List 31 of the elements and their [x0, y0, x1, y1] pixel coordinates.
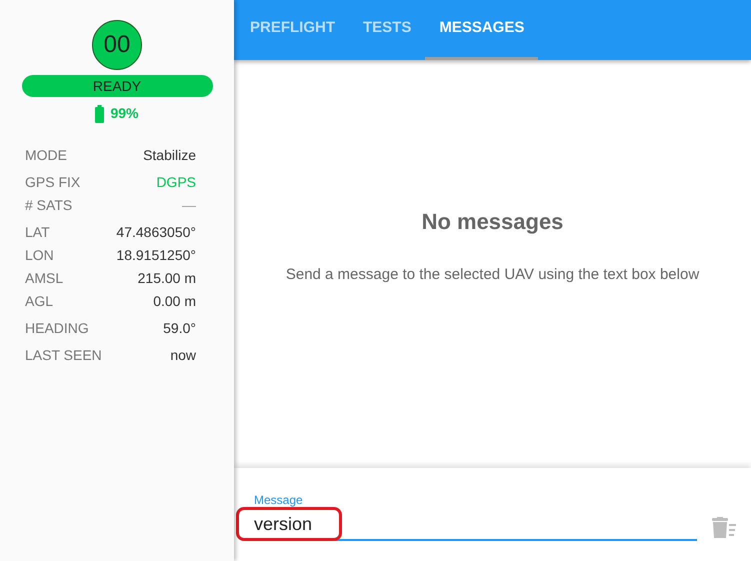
property-label: LAST SEEN — [25, 346, 102, 365]
property-label: GPS FIX — [25, 173, 80, 192]
uav-avatar: 00 — [92, 20, 142, 70]
tab[interactable]: PREFLIGHT — [236, 0, 349, 60]
empty-state-hint: Send a message to the selected UAV using the text box below — [286, 265, 700, 286]
battery-icon — [95, 104, 104, 122]
field-value: version — [254, 513, 312, 536]
field-label: Message — [254, 492, 304, 509]
empty-state-title: No messages — [422, 208, 564, 236]
battery-percentage: 99% — [110, 104, 139, 123]
property-value: 0.00 m — [153, 292, 196, 311]
property-value: — — [182, 196, 196, 215]
status-pill: READY — [22, 75, 212, 97]
property-label: AGL — [25, 292, 54, 311]
property-label: MODE — [25, 146, 67, 165]
property-value: DGPS — [156, 173, 196, 192]
property-value: now — [170, 346, 196, 365]
property-value: 59.0° — [163, 319, 196, 338]
property-value: 18.9151250° — [116, 246, 196, 265]
message-field[interactable]: Message version — [254, 491, 697, 541]
property-value: 215.00 m — [138, 269, 196, 288]
property-label: HEADING — [25, 319, 89, 338]
property-value: 47.4863050° — [116, 223, 196, 242]
property-label: LAT — [25, 223, 50, 242]
property-label: AMSL — [25, 269, 64, 288]
property-value: Stabilize — [143, 146, 196, 165]
property-label: LON — [25, 246, 54, 265]
tab[interactable]: MESSAGES — [425, 0, 538, 60]
tab[interactable]: TESTS — [349, 0, 426, 60]
clear-icon[interactable] — [711, 517, 737, 539]
property-label: # SATS — [25, 196, 72, 215]
